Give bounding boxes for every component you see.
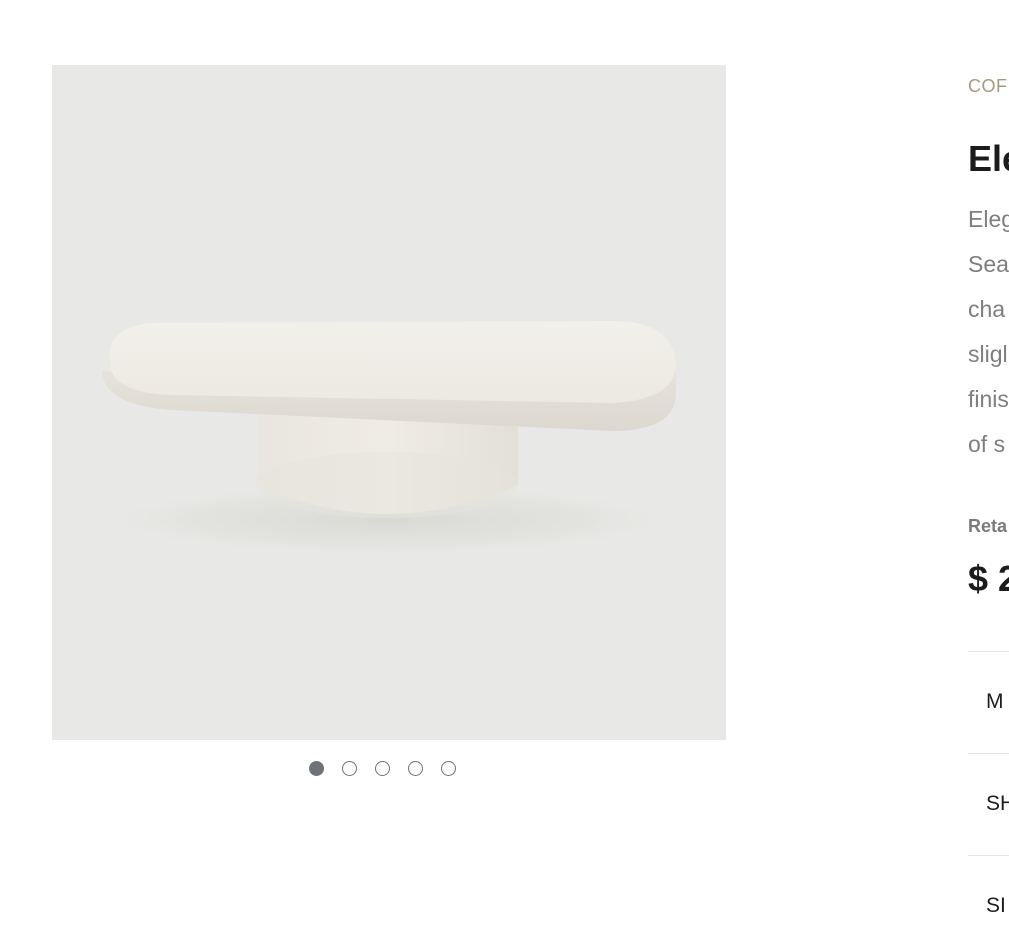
description-line: finis: [968, 386, 1009, 412]
description-line: of s: [968, 431, 1006, 457]
product-price: $ 2: [968, 558, 1009, 599]
description-line: cha: [968, 296, 1006, 322]
description-line: Sea: [968, 251, 1009, 277]
accordion-item-size[interactable]: SI: [986, 894, 1006, 918]
product-page: COF Ele Eleg Sea cha sligl finis of s Re…: [0, 0, 1009, 946]
product-info-panel: COF Ele Eleg Sea cha sligl finis of s Re…: [968, 0, 1009, 946]
gallery-dot-4[interactable]: [408, 761, 423, 776]
gallery-pagination: [309, 761, 456, 776]
description-line: sligl: [968, 341, 1008, 367]
product-image-gallery[interactable]: [52, 65, 726, 740]
gallery-dot-1[interactable]: [309, 761, 324, 776]
product-category[interactable]: COF: [968, 76, 1008, 97]
accordion-item-shipping[interactable]: SH: [986, 792, 1009, 816]
gallery-dot-5[interactable]: [441, 761, 456, 776]
divider: [968, 753, 1009, 754]
gallery-dot-2[interactable]: [342, 761, 357, 776]
product-image: [98, 321, 678, 556]
divider: [968, 855, 1009, 856]
retail-price-label: Reta: [968, 516, 1008, 536]
product-title: Ele: [968, 138, 1009, 179]
accordion-item-materials[interactable]: M: [986, 690, 1004, 714]
gallery-dot-3[interactable]: [375, 761, 390, 776]
description-line: Eleg: [968, 206, 1009, 232]
divider: [968, 651, 1009, 652]
